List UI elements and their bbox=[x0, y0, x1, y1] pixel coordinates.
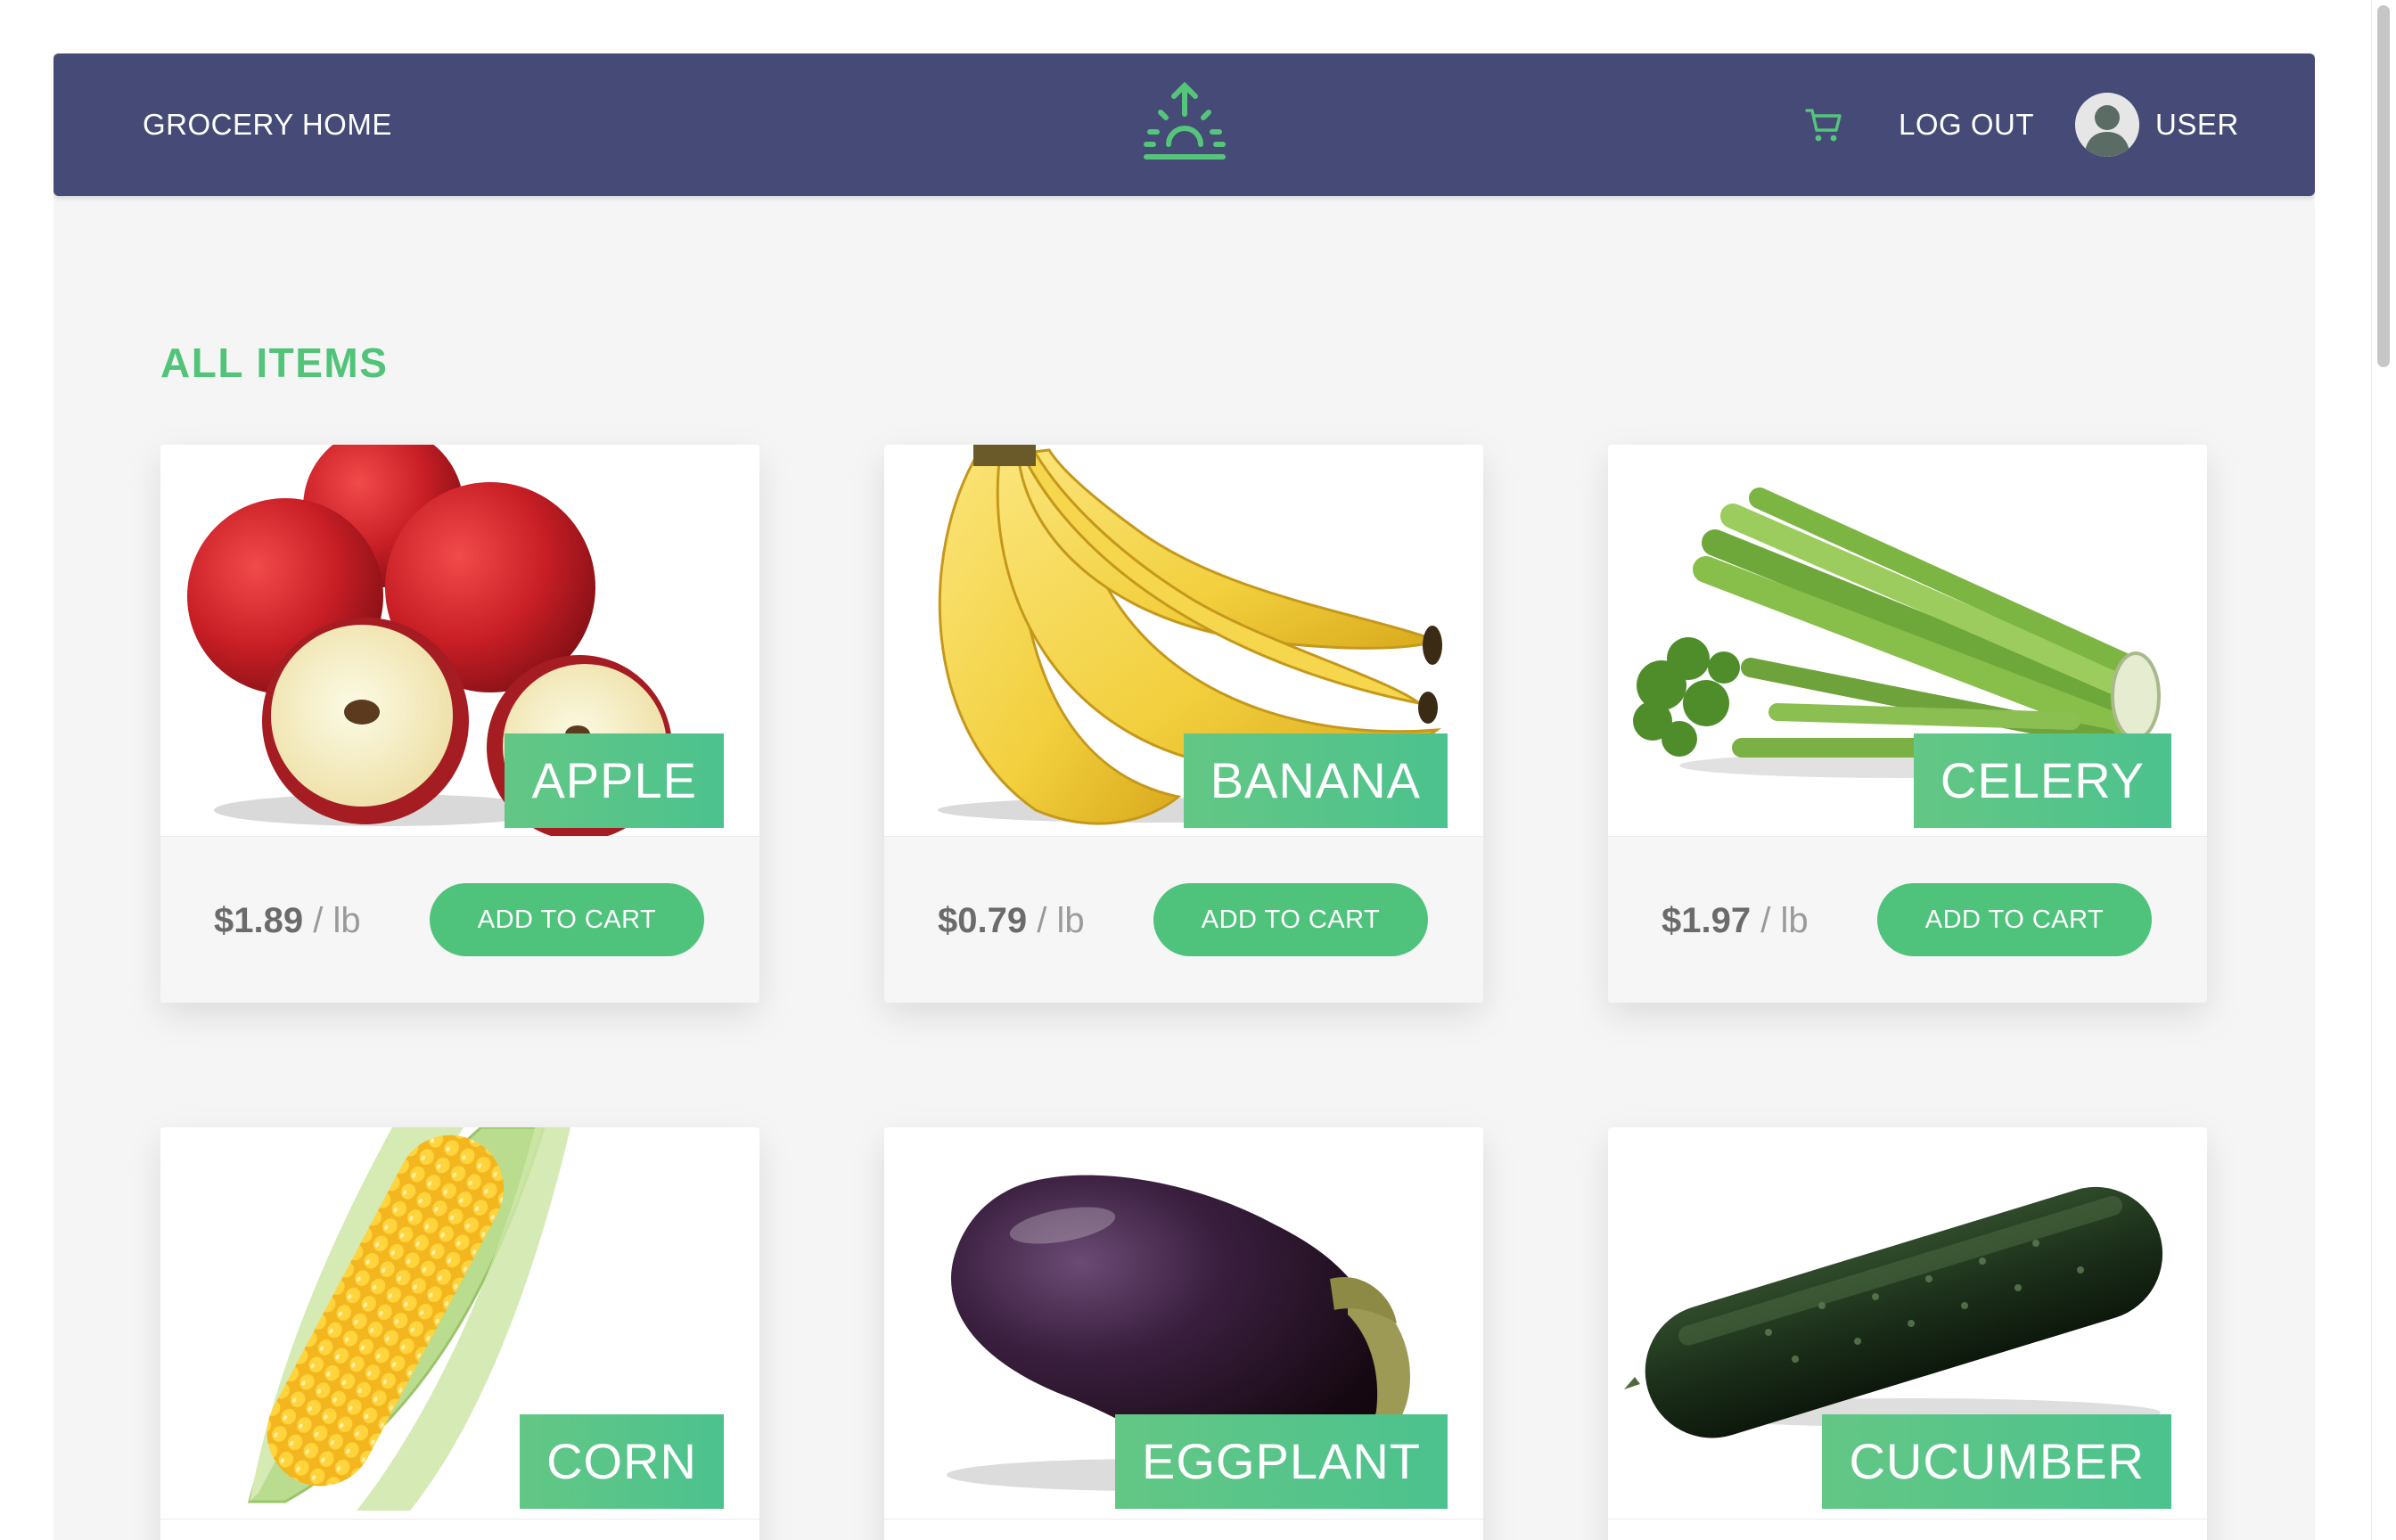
card-footer: $1.97 / lb ADD TO CART bbox=[1608, 837, 2207, 1003]
cucumber-image: CUCUMBER bbox=[1608, 1127, 2207, 1520]
price-label: $1.97 / lb bbox=[1662, 901, 1809, 941]
add-to-cart-button[interactable]: ADD TO CART bbox=[430, 883, 704, 956]
add-to-cart-button[interactable]: ADD TO CART bbox=[1877, 883, 2152, 956]
product-name-badge: CORN bbox=[520, 1414, 724, 1509]
price-unit: / lb bbox=[313, 901, 361, 940]
sunrise-arrow-icon[interactable] bbox=[1141, 80, 1228, 162]
product-name-badge: CUCUMBER bbox=[1822, 1414, 2171, 1509]
price-unit: / lb bbox=[1760, 901, 1809, 940]
top-navbar: GROCERY HOME LOG OUT USER bbox=[53, 53, 2315, 196]
apple-image: APPLE bbox=[160, 445, 759, 837]
product-card-corn: CORN bbox=[160, 1127, 759, 1540]
product-card-cucumber: CUCUMBER bbox=[1608, 1127, 2207, 1540]
cart-icon[interactable] bbox=[1804, 105, 1843, 144]
product-name-badge: BANANA bbox=[1183, 733, 1448, 828]
product-card-eggplant: EGGPLANT bbox=[884, 1127, 1483, 1540]
card-footer: $0.79 / lb ADD TO CART bbox=[884, 837, 1483, 1003]
product-name-badge: EGGPLANT bbox=[1115, 1414, 1448, 1509]
product-card-celery: CELERY $1.97 / lb ADD TO CART bbox=[1608, 445, 2207, 1003]
banana-image: BANANA bbox=[884, 445, 1483, 837]
product-name-badge: APPLE bbox=[505, 733, 724, 828]
product-name-badge: CELERY bbox=[1913, 733, 2171, 828]
price-value: $1.89 bbox=[214, 901, 304, 940]
section-title: ALL ITEMS bbox=[160, 340, 389, 386]
price-value: $1.97 bbox=[1662, 901, 1752, 940]
scrollbar[interactable] bbox=[2371, 0, 2396, 1540]
corn-image: CORN bbox=[160, 1127, 759, 1520]
card-footer: $1.89 / lb ADD TO CART bbox=[160, 837, 759, 1003]
scrollbar-thumb[interactable] bbox=[2377, 5, 2390, 367]
user-menu-link[interactable]: USER bbox=[2155, 103, 2239, 146]
price-unit: / lb bbox=[1037, 901, 1085, 940]
product-card-apple: APPLE $1.89 / lb ADD TO CART bbox=[160, 445, 759, 1003]
user-avatar-icon[interactable] bbox=[2075, 93, 2139, 157]
price-label: $0.79 / lb bbox=[938, 901, 1085, 941]
grocery-home-link[interactable]: GROCERY HOME bbox=[143, 103, 392, 146]
logout-link[interactable]: LOG OUT bbox=[1899, 103, 2034, 146]
celery-image: CELERY bbox=[1608, 445, 2207, 837]
add-to-cart-button[interactable]: ADD TO CART bbox=[1153, 883, 1428, 956]
product-card-banana: BANANA $0.79 / lb ADD TO CART bbox=[884, 445, 1483, 1003]
price-label: $1.89 / lb bbox=[214, 901, 361, 941]
app-window: GROCERY HOME LOG OUT USER ALL ITEMS APPL… bbox=[53, 53, 2315, 1540]
price-value: $0.79 bbox=[938, 901, 1028, 940]
eggplant-image: EGGPLANT bbox=[884, 1127, 1483, 1520]
